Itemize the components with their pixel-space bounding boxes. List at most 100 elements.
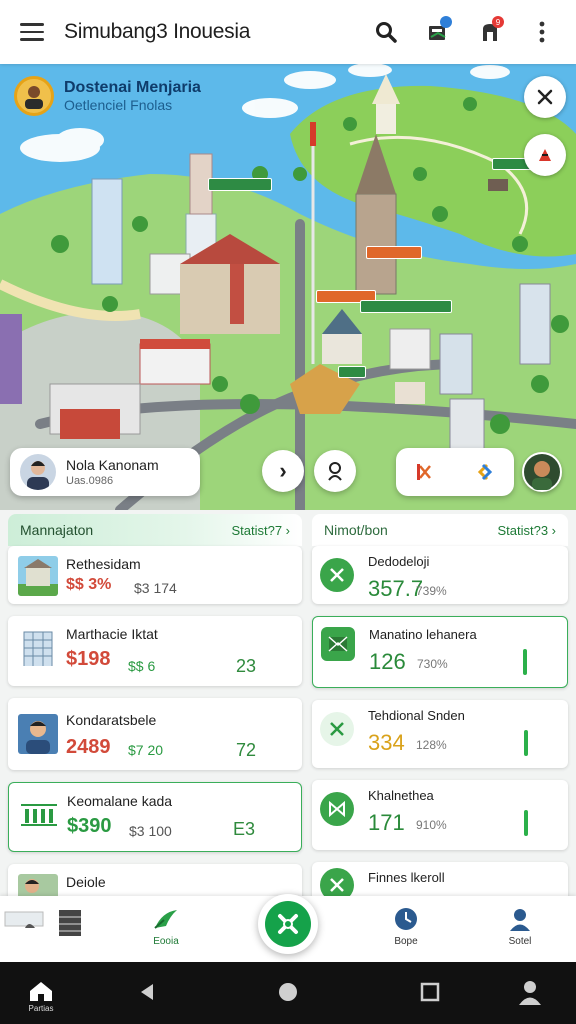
building-thumbnail — [18, 626, 58, 666]
card-value: $390 — [67, 815, 112, 837]
player-profile-card[interactable]: Nola Kanonam Uas.0986 — [10, 448, 200, 496]
map-label-6[interactable] — [338, 366, 366, 378]
nav-item-layers[interactable] — [4, 906, 81, 940]
map-layer-button[interactable] — [524, 134, 566, 176]
card-title: Kondaratsbele — [66, 712, 157, 728]
card-number: 23 — [235, 656, 256, 676]
map-title: Dostenai Menjaria — [64, 79, 201, 96]
card-secondary: $7 20 — [128, 742, 164, 758]
system-circle[interactable] — [278, 982, 298, 1002]
nav-label-bope: Bope — [394, 936, 418, 947]
stat-percent: 739% — [416, 584, 447, 598]
management-card[interactable]: Kondaratsbele 2489 $7 20 72 — [8, 698, 302, 770]
notification-badge: 9 — [492, 16, 504, 28]
stat-card[interactable]: Dedodeloji 357.7 739% — [312, 546, 568, 604]
stat-level-bar — [524, 730, 528, 756]
stat-card-selected[interactable]: Manatino lehanera 126 730% — [312, 616, 568, 688]
management-card-selected[interactable]: Keomalane kada $390 $3 100 E3 — [8, 782, 302, 852]
card-title: Keomalane kada — [67, 793, 173, 809]
nav-label-eooia: Eooia — [153, 936, 179, 947]
menu-icon[interactable] — [14, 14, 50, 50]
home-icon — [30, 982, 52, 1001]
stat-level-bar — [523, 649, 527, 675]
system-home-label: Partias — [28, 1004, 54, 1013]
app-screen: Simubang3 Inouesia 9 Dostenai Menjaria O… — [0, 0, 576, 1024]
plane-icon — [154, 910, 177, 929]
quick-actions-pill — [396, 448, 514, 496]
stat-percent: 128% — [416, 738, 447, 752]
nav-item-eooia[interactable]: Eooia — [136, 906, 196, 947]
card-title: Marthacie Iktat — [66, 626, 158, 642]
stat-title: Dedodeloji — [368, 554, 430, 569]
card-secondary: $3 100 — [129, 823, 172, 839]
numbers-title: Nimot/bon — [324, 522, 388, 538]
management-header: Mannajaton Statist?7 › — [8, 514, 302, 546]
map-label-1[interactable] — [208, 178, 272, 191]
system-home[interactable]: Partias — [28, 980, 54, 1013]
card-value: $$ 3% — [66, 576, 112, 593]
location-pin-icon — [328, 462, 342, 481]
map-label-5[interactable] — [360, 300, 452, 313]
switch-icon[interactable] — [475, 462, 495, 482]
card-number: 72 — [235, 740, 256, 760]
stat-value: 171 — [368, 810, 405, 835]
x-mark-icon — [320, 712, 354, 746]
close-map-button[interactable] — [524, 76, 566, 118]
player-avatar — [20, 454, 56, 490]
stat-title: Khalnethea — [368, 788, 434, 803]
search-icon[interactable] — [366, 12, 406, 52]
card-secondary: $$ 6 — [128, 658, 156, 674]
profile-icon — [510, 909, 530, 931]
back-icon — [141, 984, 153, 1000]
envelope-icon — [321, 627, 355, 661]
map-subtitle: Oetlenciel Fnolas — [64, 97, 173, 113]
management-stats-link[interactable]: Statist?7 › — [231, 523, 290, 538]
next-button[interactable]: › — [262, 450, 304, 492]
bowtie-icon — [320, 792, 354, 826]
chart-thumbnail — [19, 797, 59, 837]
mayor-avatar[interactable] — [14, 76, 54, 116]
card-title: Deiole — [66, 874, 106, 890]
stat-card[interactable]: Tehdional Snden 334 128% — [312, 700, 568, 768]
card-value: 2489 — [66, 736, 111, 758]
stat-title: Manatino lehanera — [369, 627, 477, 642]
inbox-icon[interactable] — [418, 12, 458, 52]
city-map[interactable]: Dostenai Menjaria Oetlenciel Fnolas — [0, 64, 576, 510]
map-illustration — [0, 64, 576, 510]
top-app-bar: Simubang3 Inouesia 9 — [0, 0, 576, 64]
notification-icon[interactable]: 9 — [470, 12, 510, 52]
system-account[interactable] — [516, 978, 544, 1006]
leaf-x-icon — [320, 558, 354, 592]
stat-card[interactable]: Khalnethea 171 910% — [312, 780, 568, 850]
map-marker-icon — [539, 149, 551, 161]
system-back[interactable] — [138, 982, 156, 1002]
center-action-button[interactable] — [258, 894, 318, 954]
system-navigation-bar: Partias — [0, 962, 576, 1024]
stat-value: 334 — [368, 730, 405, 755]
management-card[interactable]: Rethesidam $$ 3% $3 174 — [8, 546, 302, 604]
circle-icon — [279, 983, 297, 1001]
management-card[interactable]: Marthacie Iktat $198 $$ 6 23 — [8, 616, 302, 686]
system-recents[interactable] — [420, 982, 440, 1002]
stat-title: Finnes lkeroll — [368, 870, 445, 885]
stat-value: 357.7 — [368, 576, 424, 601]
management-panel: Mannajaton Statist?7 › Rethesidam $$ 3% … — [8, 514, 302, 916]
stat-percent: 730% — [417, 657, 448, 671]
player-name: Nola Kanonam — [66, 457, 159, 473]
flag-icon[interactable] — [416, 462, 436, 482]
numbers-stats-link[interactable]: Statist?3 › — [497, 523, 556, 538]
close-icon — [537, 89, 553, 105]
card-number: E3 — [232, 819, 255, 839]
more-icon[interactable] — [522, 12, 562, 52]
locate-button[interactable] — [314, 450, 356, 492]
nav-item-sotel[interactable]: Sotel — [490, 906, 550, 947]
stat-value: 126 — [369, 649, 406, 674]
numbers-header: Nimot/bon Statist?3 › — [312, 514, 568, 546]
person-thumbnail — [18, 714, 58, 754]
clock-icon — [395, 908, 417, 930]
stat-percent: 910% — [416, 818, 447, 832]
person-icon — [519, 981, 541, 1005]
friend-avatar[interactable] — [522, 452, 562, 492]
map-label-3[interactable] — [366, 246, 422, 259]
nav-item-bope[interactable]: Bope — [376, 906, 436, 947]
